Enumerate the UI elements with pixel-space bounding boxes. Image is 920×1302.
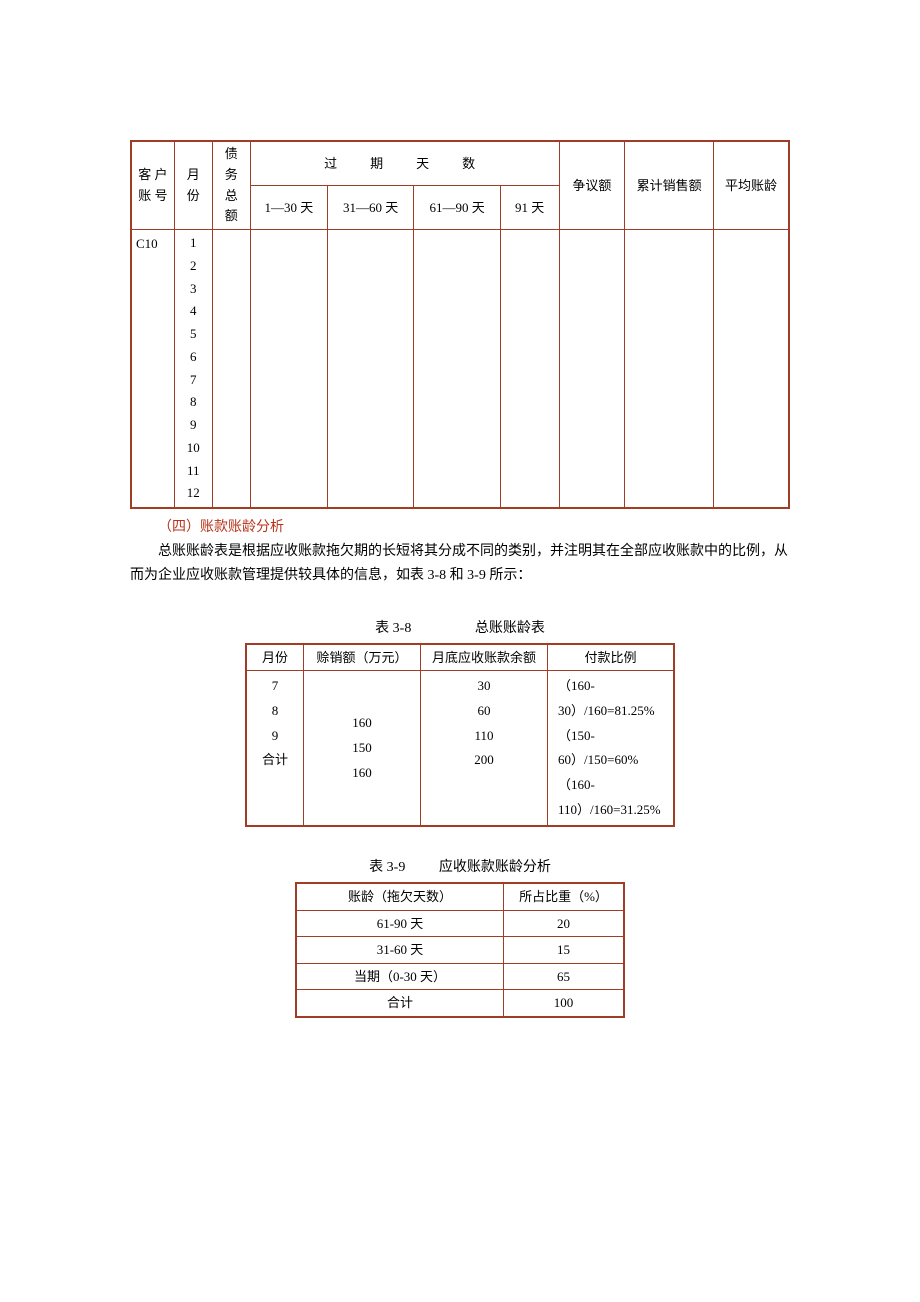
cell-empty xyxy=(625,230,714,509)
th-avg-age: 平均账龄 xyxy=(713,141,789,230)
overdue-days-table: 客 户 账 号 月 份 债 务 总 额 过 期 天 数 争议额 累计销售额 平均… xyxy=(130,140,790,509)
ledger-aging-table: 月份 赊销额（万元） 月底应收账款余额 付款比例 7 8 9 合计 160 15… xyxy=(245,643,675,828)
ar-aging-analysis-table: 账龄（拖欠天数） 所占比重（%） 61-90 天 20 31-60 天 15 当… xyxy=(295,882,625,1018)
para-1: 总账账龄表是根据应收账款拖欠期的长短将其分成不同的类别，并注明其在全部应收账款中… xyxy=(130,540,790,588)
th-t2-credit: 赊销额（万元） xyxy=(304,644,421,671)
table-row: 61-90 天 20 xyxy=(296,910,624,937)
table3-caption: 表 3-9 应收账款账龄分析 xyxy=(130,857,790,878)
table-row: 合计 100 xyxy=(296,990,624,1017)
table-row: 当期（0-30 天） 65 xyxy=(296,963,624,990)
th-1-30: 1—30 天 xyxy=(250,186,327,230)
cell-empty xyxy=(250,230,327,509)
table3-caption-right: 应收账款账龄分析 xyxy=(439,860,551,875)
t2-balance: 30 60 110 200 xyxy=(421,671,548,827)
t2-ratio: （160-30）/160=81.25% （150-60）/150=60% （16… xyxy=(548,671,675,827)
cell-empty xyxy=(500,230,559,509)
t3-age-1: 31-60 天 xyxy=(296,937,504,964)
cell-empty xyxy=(414,230,500,509)
cell-customer-id: C10 xyxy=(131,230,174,509)
th-customer-no: 客 户 账 号 xyxy=(131,141,174,230)
section-4-title: （四）账款账龄分析 xyxy=(130,517,790,538)
t3-weight-0: 20 xyxy=(504,910,625,937)
th-overdue-days: 过 期 天 数 xyxy=(250,141,559,186)
th-t2-month: 月份 xyxy=(246,644,304,671)
cell-empty xyxy=(713,230,789,509)
th-t3-weight: 所占比重（%） xyxy=(504,883,625,910)
cell-months-list: 1 2 3 4 5 6 7 8 9 10 11 12 xyxy=(174,230,212,509)
t2-months: 7 8 9 合计 xyxy=(246,671,304,827)
table3-caption-left: 表 3-9 xyxy=(369,857,405,878)
th-dispute: 争议额 xyxy=(559,141,625,230)
t3-weight-2: 65 xyxy=(504,963,625,990)
th-cumulative-sales: 累计销售额 xyxy=(625,141,714,230)
t3-age-3: 合计 xyxy=(296,990,504,1017)
t3-age-0: 61-90 天 xyxy=(296,910,504,937)
th-t2-balance: 月底应收账款余额 xyxy=(421,644,548,671)
cell-empty xyxy=(212,230,250,509)
th-91: 91 天 xyxy=(500,186,559,230)
table2-caption: 表 3-8 总账账龄表 xyxy=(130,618,790,639)
th-31-60: 31—60 天 xyxy=(327,186,413,230)
t3-weight-1: 15 xyxy=(504,937,625,964)
table2-caption-left: 表 3-8 xyxy=(375,618,411,639)
th-t2-ratio: 付款比例 xyxy=(548,644,675,671)
th-month: 月 份 xyxy=(174,141,212,230)
table2-caption-right: 总账账龄表 xyxy=(475,621,545,636)
t3-weight-3: 100 xyxy=(504,990,625,1017)
th-debt-total: 债 务 总 额 xyxy=(212,141,250,230)
cell-empty xyxy=(559,230,625,509)
th-61-90: 61—90 天 xyxy=(414,186,500,230)
th-t3-age: 账龄（拖欠天数） xyxy=(296,883,504,910)
t3-age-2: 当期（0-30 天） xyxy=(296,963,504,990)
table-row: 31-60 天 15 xyxy=(296,937,624,964)
cell-empty xyxy=(327,230,413,509)
t2-credit: 160 150 160 xyxy=(304,671,421,827)
